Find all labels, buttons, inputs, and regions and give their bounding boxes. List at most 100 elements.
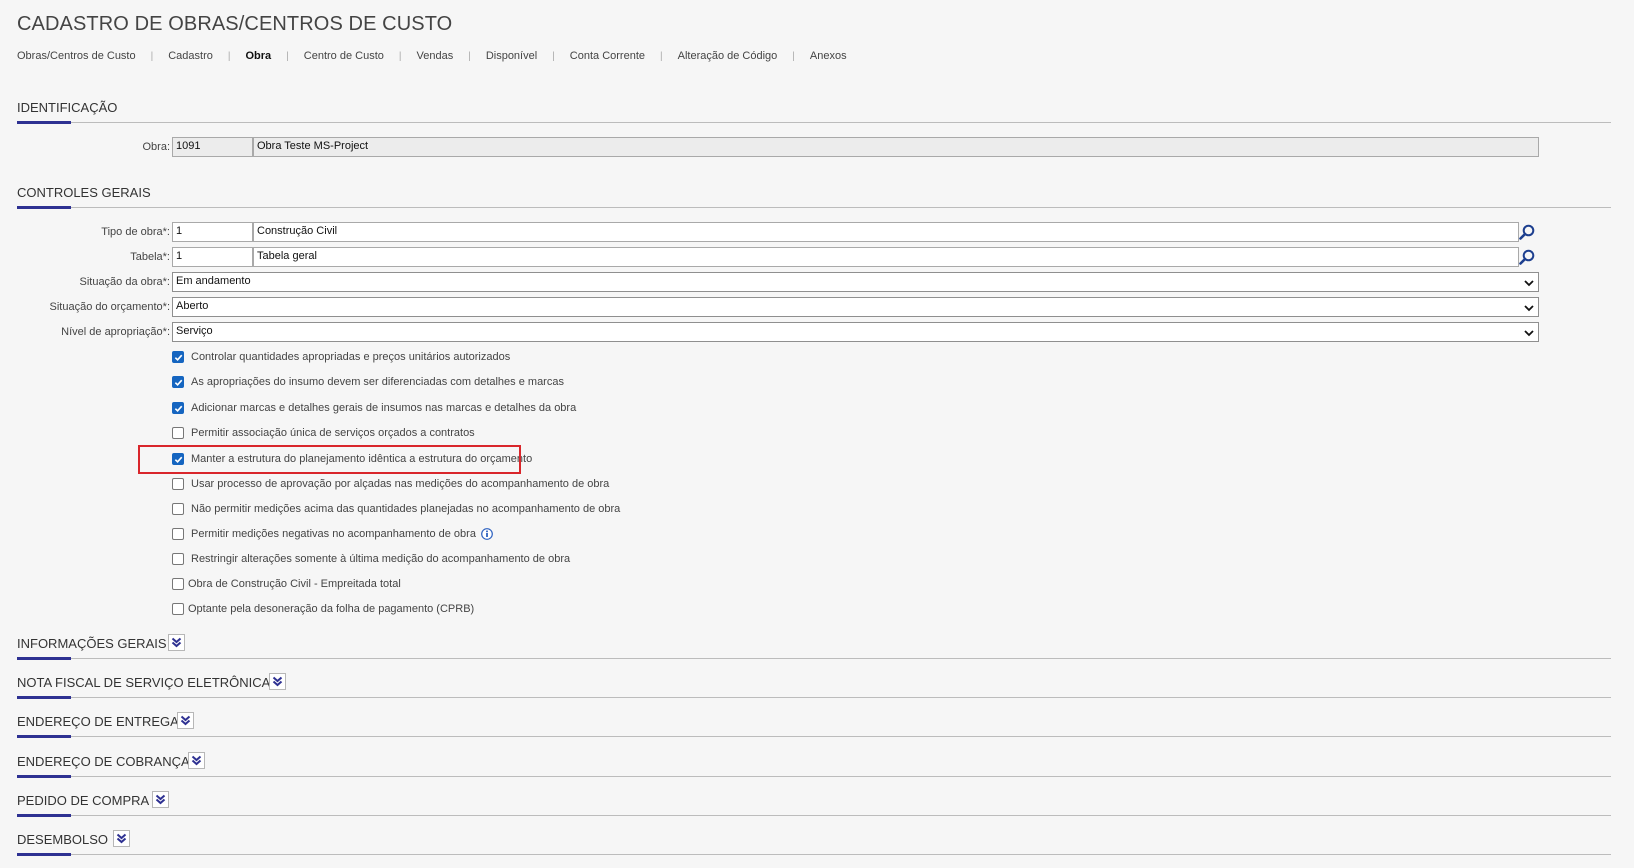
section-title: DESEMBOLSO bbox=[17, 832, 109, 847]
tabela-code-input[interactable]: 1 bbox=[172, 247, 253, 267]
section-endereco-cobranca: ENDEREÇO DE COBRANÇA bbox=[17, 752, 1611, 778]
nav-anexos[interactable]: Anexos bbox=[810, 50, 847, 62]
nav-obra[interactable]: Obra bbox=[245, 50, 271, 62]
checkbox[interactable] bbox=[172, 503, 184, 515]
checkbox[interactable] bbox=[172, 402, 184, 414]
nav-separator: | bbox=[150, 50, 154, 62]
row-obra: Obra: 1091 Obra Teste MS-Project bbox=[17, 137, 1611, 157]
expand-button[interactable] bbox=[177, 712, 194, 729]
row-nivel-apropriacao: Nível de apropriação*: Serviço bbox=[17, 322, 1611, 342]
section-title: INFORMAÇÕES GERAIS bbox=[17, 636, 167, 651]
situacao-orcamento-select[interactable]: Aberto bbox=[172, 297, 1539, 317]
expand-button[interactable] bbox=[113, 830, 130, 847]
checkbox-label: Obra de Construção Civil - Empreitada to… bbox=[188, 578, 401, 590]
situacao-obra-value: Em andamento bbox=[176, 275, 251, 287]
breadcrumb-nav: Obras/Centros de Custo | Cadastro | Obra | … bbox=[17, 50, 847, 62]
section-title: ENDEREÇO DE COBRANÇA bbox=[17, 754, 190, 769]
nav-separator: | bbox=[660, 50, 663, 62]
section-nfse: NOTA FISCAL DE SERVIÇO ELETRÔNICA bbox=[17, 673, 1611, 699]
section-pedido-compra: PEDIDO DE COMPRA bbox=[17, 791, 1611, 817]
section-accent bbox=[17, 206, 71, 209]
nav-cadastro[interactable]: Cadastro bbox=[168, 50, 213, 62]
situacao-obra-select[interactable]: Em andamento bbox=[172, 272, 1539, 292]
section-controles-gerais: CONTROLES GERAIS bbox=[17, 183, 1611, 209]
nivel-apropriacao-label: Nível de apropriação*: bbox=[61, 326, 170, 338]
expand-button[interactable] bbox=[188, 752, 205, 769]
checkmark-icon bbox=[174, 354, 182, 361]
section-identificacao: IDENTIFICAÇÃO bbox=[17, 98, 1611, 124]
section-title: NOTA FISCAL DE SERVIÇO ELETRÔNICA bbox=[17, 675, 271, 690]
checkbox-label: Controlar quantidades apropriadas e preç… bbox=[191, 351, 511, 363]
checkbox[interactable] bbox=[172, 528, 184, 540]
tabela-name-field: Tabela geral bbox=[253, 247, 1519, 267]
checkbox-row: Optante pela desoneração da folha de pag… bbox=[172, 600, 474, 618]
checkbox-row: Obra de Construção Civil - Empreitada to… bbox=[172, 575, 401, 593]
row-situacao-obra: Situação da obra*: Em andamento bbox=[17, 272, 1611, 292]
double-chevron-down-icon bbox=[180, 715, 191, 726]
checkbox-row: Controlar quantidades apropriadas e preç… bbox=[172, 348, 510, 366]
checkbox-row: As apropriações do insumo devem ser dife… bbox=[172, 373, 564, 391]
section-accent bbox=[17, 853, 71, 856]
nav-centro-de-custo[interactable]: Centro de Custo bbox=[304, 50, 384, 62]
double-chevron-down-icon bbox=[272, 676, 283, 687]
obra-name-field[interactable]: Obra Teste MS-Project bbox=[253, 137, 1539, 157]
double-chevron-down-icon bbox=[155, 794, 166, 805]
checkmark-icon bbox=[174, 405, 182, 412]
nav-vendas[interactable]: Vendas bbox=[417, 50, 454, 62]
obra-label: Obra: bbox=[142, 141, 170, 153]
search-icon[interactable] bbox=[1519, 224, 1535, 240]
nav-disponivel[interactable]: Disponível bbox=[486, 50, 537, 62]
nav-obras-centros[interactable]: Obras/Centros de Custo bbox=[17, 50, 136, 62]
nav-alteracao-codigo[interactable]: Alteração de Código bbox=[678, 50, 778, 62]
checkbox-label: Optante pela desoneração da folha de pag… bbox=[188, 603, 475, 615]
section-accent bbox=[17, 775, 71, 778]
nav-conta-corrente[interactable]: Conta Corrente bbox=[570, 50, 645, 62]
checkbox[interactable] bbox=[172, 478, 184, 490]
checkbox-row: Permitir medições negativas no acompanha… bbox=[172, 525, 493, 543]
checkbox-row: Não permitir medições acima das quantida… bbox=[172, 500, 620, 518]
expand-button[interactable] bbox=[152, 791, 169, 808]
section-title: IDENTIFICAÇÃO bbox=[17, 100, 118, 115]
double-chevron-down-icon bbox=[171, 637, 182, 648]
checkbox-label: Adicionar marcas e detalhes gerais de in… bbox=[191, 402, 577, 414]
section-title: PEDIDO DE COMPRA bbox=[17, 793, 150, 808]
checkbox[interactable] bbox=[172, 553, 184, 565]
chevron-down-icon bbox=[1524, 305, 1534, 312]
situacao-orcamento-label: Situação do orçamento*: bbox=[49, 301, 170, 313]
expand-button[interactable] bbox=[269, 673, 286, 690]
tipo-obra-name-field: Construção Civil bbox=[253, 222, 1519, 242]
double-chevron-down-icon bbox=[191, 755, 202, 766]
section-title: CONTROLES GERAIS bbox=[17, 185, 151, 200]
page-title: CADASTRO DE OBRAS/CENTROS DE CUSTO bbox=[17, 13, 453, 35]
checkbox-row: Adicionar marcas e detalhes gerais de in… bbox=[172, 399, 576, 417]
row-tabela: Tabela*: 1 Tabela geral bbox=[17, 247, 1611, 267]
tabela-label: Tabela*: bbox=[130, 251, 170, 263]
checkbox-label: As apropriações do insumo devem ser dife… bbox=[191, 376, 564, 388]
checkbox[interactable] bbox=[172, 351, 184, 363]
section-accent bbox=[17, 735, 71, 738]
expand-button[interactable] bbox=[168, 634, 185, 651]
checkbox[interactable] bbox=[172, 427, 184, 439]
search-icon[interactable] bbox=[1519, 249, 1535, 265]
checkbox-label: Não permitir medições acima das quantida… bbox=[191, 503, 621, 515]
checkbox[interactable] bbox=[172, 603, 184, 615]
nav-separator: | bbox=[468, 50, 471, 62]
row-situacao-orcamento: Situação do orçamento*: Aberto bbox=[17, 297, 1611, 317]
nav-separator: | bbox=[227, 50, 231, 62]
checkbox-row: Usar processo de aprovação por alçadas n… bbox=[172, 475, 609, 493]
row-tipo-obra: Tipo de obra*: 1 Construção Civil bbox=[17, 222, 1611, 242]
checkmark-icon bbox=[174, 379, 182, 386]
chevron-down-icon bbox=[1524, 280, 1534, 287]
obra-code-field[interactable]: 1091 bbox=[172, 137, 253, 157]
info-icon[interactable] bbox=[481, 528, 493, 540]
nivel-apropriacao-select[interactable]: Serviço bbox=[172, 322, 1539, 342]
checkbox-label: Permitir associação única de serviços or… bbox=[191, 427, 475, 439]
tipo-obra-code-input[interactable]: 1 bbox=[172, 222, 253, 242]
checkbox-label: Restringir alterações somente à última m… bbox=[191, 553, 571, 565]
nivel-apropriacao-value: Serviço bbox=[176, 325, 213, 337]
checkbox[interactable] bbox=[172, 376, 184, 388]
checkbox[interactable] bbox=[172, 578, 184, 590]
checkbox-row: Permitir associação única de serviços or… bbox=[172, 424, 475, 442]
nav-separator: | bbox=[398, 50, 402, 62]
section-accent bbox=[17, 657, 71, 660]
